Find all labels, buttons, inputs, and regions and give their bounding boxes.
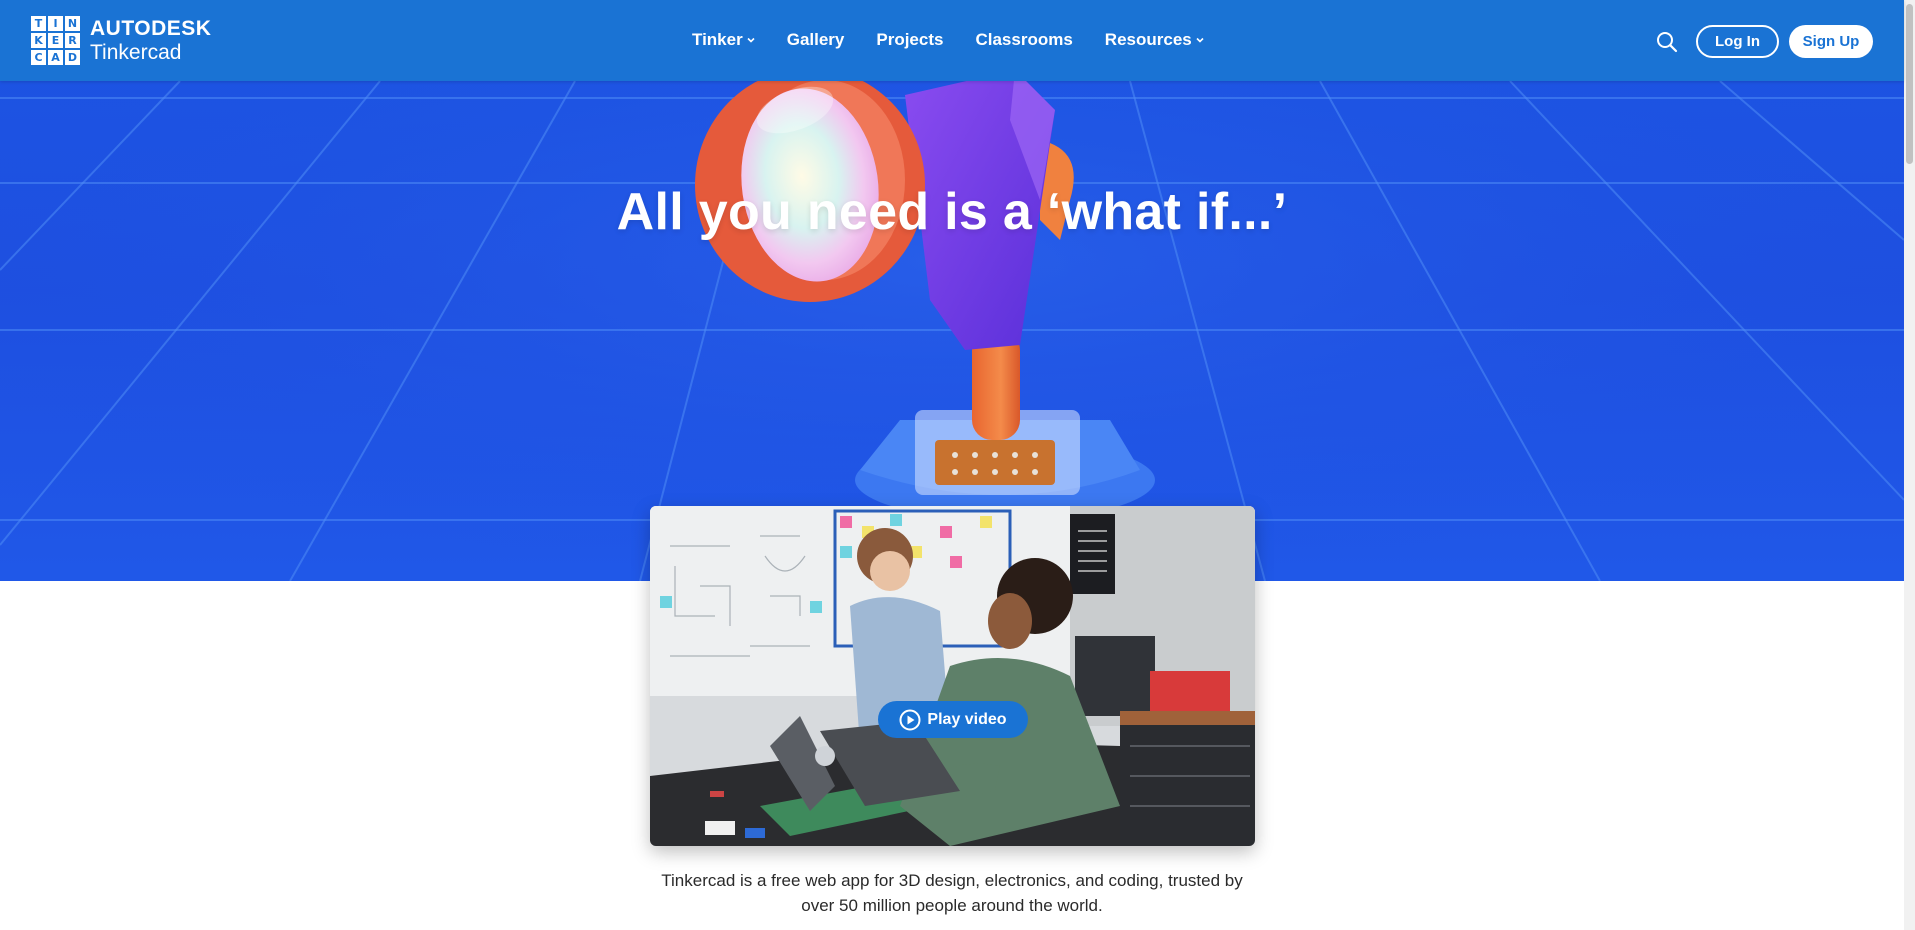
tagline-line-1: Tinkercad is a free web app for 3D desig… (661, 871, 1243, 890)
logo-letter: R (65, 33, 80, 48)
classroom-photo (650, 506, 1255, 846)
nav-item-label: Projects (876, 30, 944, 49)
logo-product: Tinkercad (90, 41, 182, 64)
hero-title: All you need is a ‘what if...’ (616, 183, 1288, 241)
logo-letter: T (31, 16, 46, 31)
play-video-button[interactable]: Play video (878, 701, 1028, 738)
logo-letter: A (48, 50, 63, 65)
search-button[interactable] (1655, 30, 1679, 54)
tinkercad-logo[interactable]: T I N K E R C A D AUTODESK Tinkercad (31, 16, 211, 65)
logo-wordmark: AUTODESK Tinkercad (90, 18, 211, 63)
tagline-line-2: over 50 million people around the world. (801, 896, 1103, 915)
video-thumbnail[interactable]: Play video (650, 506, 1255, 846)
signup-button[interactable]: Sign Up (1789, 25, 1873, 58)
logo-letter: N (65, 16, 80, 31)
nav-item-classrooms[interactable]: Classrooms (975, 30, 1072, 50)
nav-item-label: Gallery (786, 30, 845, 49)
nav-item-label: Classrooms (975, 30, 1073, 49)
nav-item-label: Tinker (692, 30, 743, 49)
page-scrollbar[interactable] (1904, 0, 1915, 930)
nav-item-tinker[interactable]: Tinker (692, 30, 755, 50)
main-nav: Tinker Gallery Projects Classrooms Resou… (692, 30, 1236, 50)
site-header: T I N K E R C A D AUTODESK Tinkercad Tin… (0, 0, 1904, 81)
logo-grid-icon: T I N K E R C A D (31, 16, 80, 65)
nav-item-projects[interactable]: Projects (876, 30, 943, 50)
scrollbar-thumb[interactable] (1906, 4, 1913, 164)
logo-letter: D (65, 50, 80, 65)
hero-section: All you need is a ‘what if...’ (0, 0, 1904, 581)
nav-item-resources[interactable]: Resources (1105, 30, 1204, 50)
chevron-down-icon (747, 37, 755, 43)
logo-letter: I (48, 16, 63, 31)
nav-item-label: Resources (1104, 30, 1192, 49)
logo-brand: AUTODESK (90, 17, 212, 40)
tagline: Tinkercad is a free web app for 3D desig… (0, 868, 1904, 918)
nav-item-gallery[interactable]: Gallery (787, 30, 845, 50)
play-circle-icon (899, 709, 921, 730)
logo-letter: C (31, 50, 46, 65)
logo-letter: E (48, 33, 63, 48)
chevron-down-icon (1196, 37, 1204, 43)
logo-letter: K (31, 33, 46, 48)
play-video-label: Play video (927, 710, 1007, 728)
search-icon (1657, 32, 1678, 53)
login-button[interactable]: Log In (1696, 25, 1779, 58)
lamp-illustration (695, 68, 1155, 520)
